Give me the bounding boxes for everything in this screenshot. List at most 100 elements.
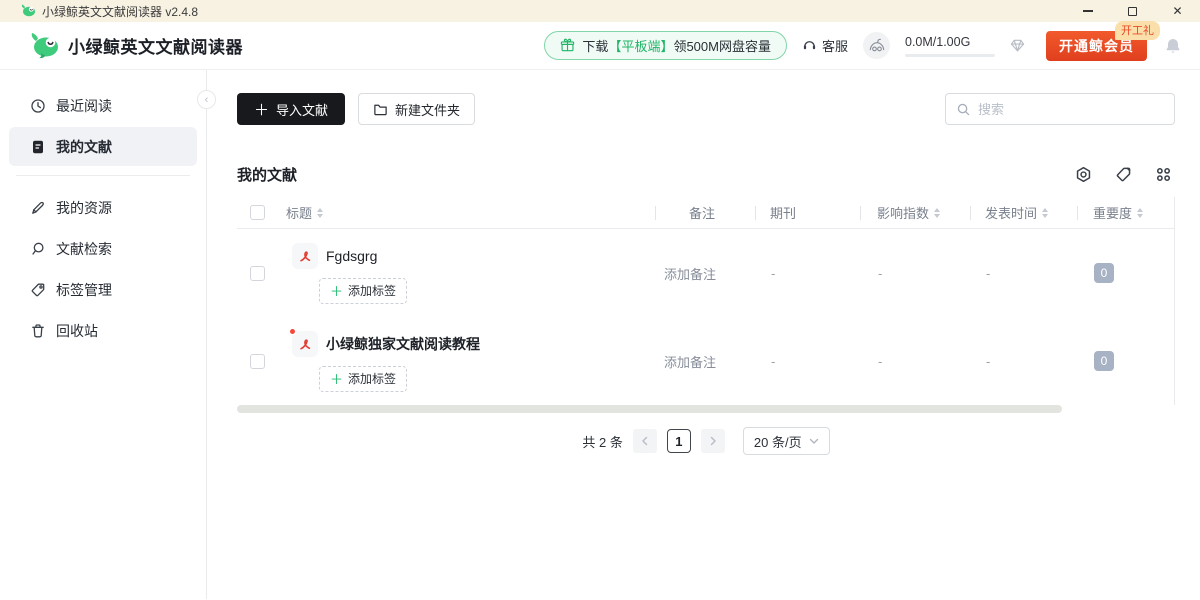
row-checkbox[interactable] [250,266,265,281]
add-tag-button[interactable]: ＋ 添加标签 [319,366,407,392]
column-label: 发表时间 [985,203,1037,222]
importance-badge[interactable]: 0 [1094,263,1114,283]
title-cell: 小绿鲸独家文献阅读教程 ＋ 添加标签 [237,331,655,392]
column-header-importance[interactable]: 重要度 [1077,203,1173,222]
clock-icon [30,98,46,114]
tag-icon [1115,166,1132,183]
close-icon: ✕ [1172,5,1182,17]
main-content: ＋ 导入文献 新建文件夹 我的文献 [207,70,1200,599]
page-size-select[interactable]: 20 条/页 [743,427,830,455]
unread-dot [289,328,296,335]
column-header-impact[interactable]: 影响指数 [860,203,970,222]
next-page-button[interactable] [701,429,725,453]
chevron-right-icon [708,436,718,446]
download-label: 下载【平板端】领500M网盘容量 [582,36,771,55]
tag-icon [30,282,46,298]
display-settings-button[interactable] [1075,166,1092,183]
pdf-icon [292,243,318,269]
title-cell: Fgdsgrg ＋ 添加标签 [237,243,655,304]
table-row: Fgdsgrg ＋ 添加标签 添加备注 - - - 0 [237,229,1174,317]
journal-value: - [771,354,775,369]
sidebar-item-label: 文献检索 [56,239,112,259]
column-label: 重要度 [1093,203,1132,222]
diamond-icon[interactable] [1010,38,1025,53]
window-controls: ✕ [1065,0,1200,22]
minimize-button[interactable] [1065,0,1110,22]
page-title: 我的文献 [237,164,297,185]
page-number[interactable]: 1 [667,429,691,453]
app-name: 小绿鲸英文文献阅读器 [68,33,243,58]
import-documents-button[interactable]: ＋ 导入文献 [237,93,345,125]
add-note-button[interactable]: 添加备注 [664,352,716,371]
user-avatar[interactable] [863,32,890,59]
plus-icon: ＋ [330,281,343,300]
add-tag-button[interactable]: ＋ 添加标签 [319,278,407,304]
add-note-button[interactable]: 添加备注 [664,264,716,283]
sort-icon[interactable] [1042,208,1048,218]
vip-section: 开通鲸会员 开工礼 [1046,31,1147,61]
column-header-journal: 期刊 [755,203,860,222]
sidebar-item-my-documents[interactable]: 我的文献 [9,127,197,166]
headset-icon [802,38,817,53]
sidebar-divider [16,175,190,176]
select-all-checkbox[interactable] [250,205,265,220]
sort-icon[interactable] [317,208,323,218]
document-entry: Fgdsgrg ＋ 添加标签 [292,243,407,304]
plus-icon: ＋ [254,99,269,120]
scrollbar-thumb[interactable] [237,405,1062,413]
impact-value: - [878,354,882,369]
sort-icon[interactable] [1137,208,1143,218]
sidebar-item-label: 最近阅读 [56,96,112,116]
new-folder-label: 新建文件夹 [395,100,460,119]
sidebar-item-recycle-bin[interactable]: 回收站 [9,311,197,350]
app-logo-icon [28,30,60,62]
search-box [945,93,1175,125]
documents-table: 标题 备注 期刊 影响指数 发表时间 [237,197,1175,405]
column-label: 影响指数 [877,203,929,222]
download-tablet-button[interactable]: 下载【平板端】领500M网盘容量 [544,31,787,60]
chevron-left-icon: ‹ [205,94,209,106]
sidebar-item-recent-reading[interactable]: 最近阅读 [9,86,197,125]
prev-page-button[interactable] [633,429,657,453]
column-header-published[interactable]: 发表时间 [970,203,1077,222]
storage-indicator: 0.0M/1.00G [905,35,995,57]
document-title[interactable]: Fgdsgrg [326,248,377,264]
trash-icon [30,323,46,339]
published-value: - [986,266,990,281]
tag-filter-button[interactable] [1115,166,1132,183]
column-label: 期刊 [770,203,796,222]
importance-badge[interactable]: 0 [1094,351,1114,371]
grid-view-button[interactable] [1155,166,1172,183]
sidebar: 最近阅读 我的文献 我的资源 文献检 [0,70,207,599]
app-body: 最近阅读 我的文献 我的资源 文献检 [0,70,1200,599]
document-title[interactable]: 小绿鲸独家文献阅读教程 [326,334,480,354]
sidebar-item-my-resources[interactable]: 我的资源 [9,188,197,227]
close-button[interactable]: ✕ [1155,0,1200,22]
horizontal-scrollbar [237,405,1175,413]
add-tag-label: 添加标签 [348,370,396,387]
header-actions: 下载【平板端】领500M网盘容量 客服 0.0M/1 [544,31,1182,61]
search-icon [30,241,46,257]
sort-icon[interactable] [934,208,940,218]
gift-icon [560,38,575,53]
sidebar-item-tag-management[interactable]: 标签管理 [9,270,197,309]
new-folder-button[interactable]: 新建文件夹 [358,93,475,125]
titlebar: 小绿鲸英文文献阅读器 v2.4.8 ✕ [0,0,1200,22]
pen-icon [30,200,46,216]
sidebar-collapse-button[interactable]: ‹ [197,90,216,109]
sidebar-item-document-search[interactable]: 文献检索 [9,229,197,268]
total-count: 共 2 条 [582,432,622,451]
row-checkbox[interactable] [250,354,265,369]
plus-icon: ＋ [330,369,343,388]
maximize-button[interactable] [1110,0,1155,22]
pagination: 共 2 条 1 20 条/页 [237,427,1175,455]
search-input[interactable] [978,102,1164,117]
notification-bell-button[interactable] [1164,37,1182,55]
customer-service-button[interactable]: 客服 [802,36,848,55]
chevron-down-icon [809,436,819,446]
minimize-icon [1083,10,1093,12]
pdf-icon [292,331,318,357]
app-window: 小绿鲸英文文献阅读器 v2.4.8 ✕ 小绿鲸英文文献阅读器 [0,0,1200,600]
column-header-title[interactable]: 标题 [237,203,655,222]
sidebar-item-label: 我的文献 [56,137,112,157]
